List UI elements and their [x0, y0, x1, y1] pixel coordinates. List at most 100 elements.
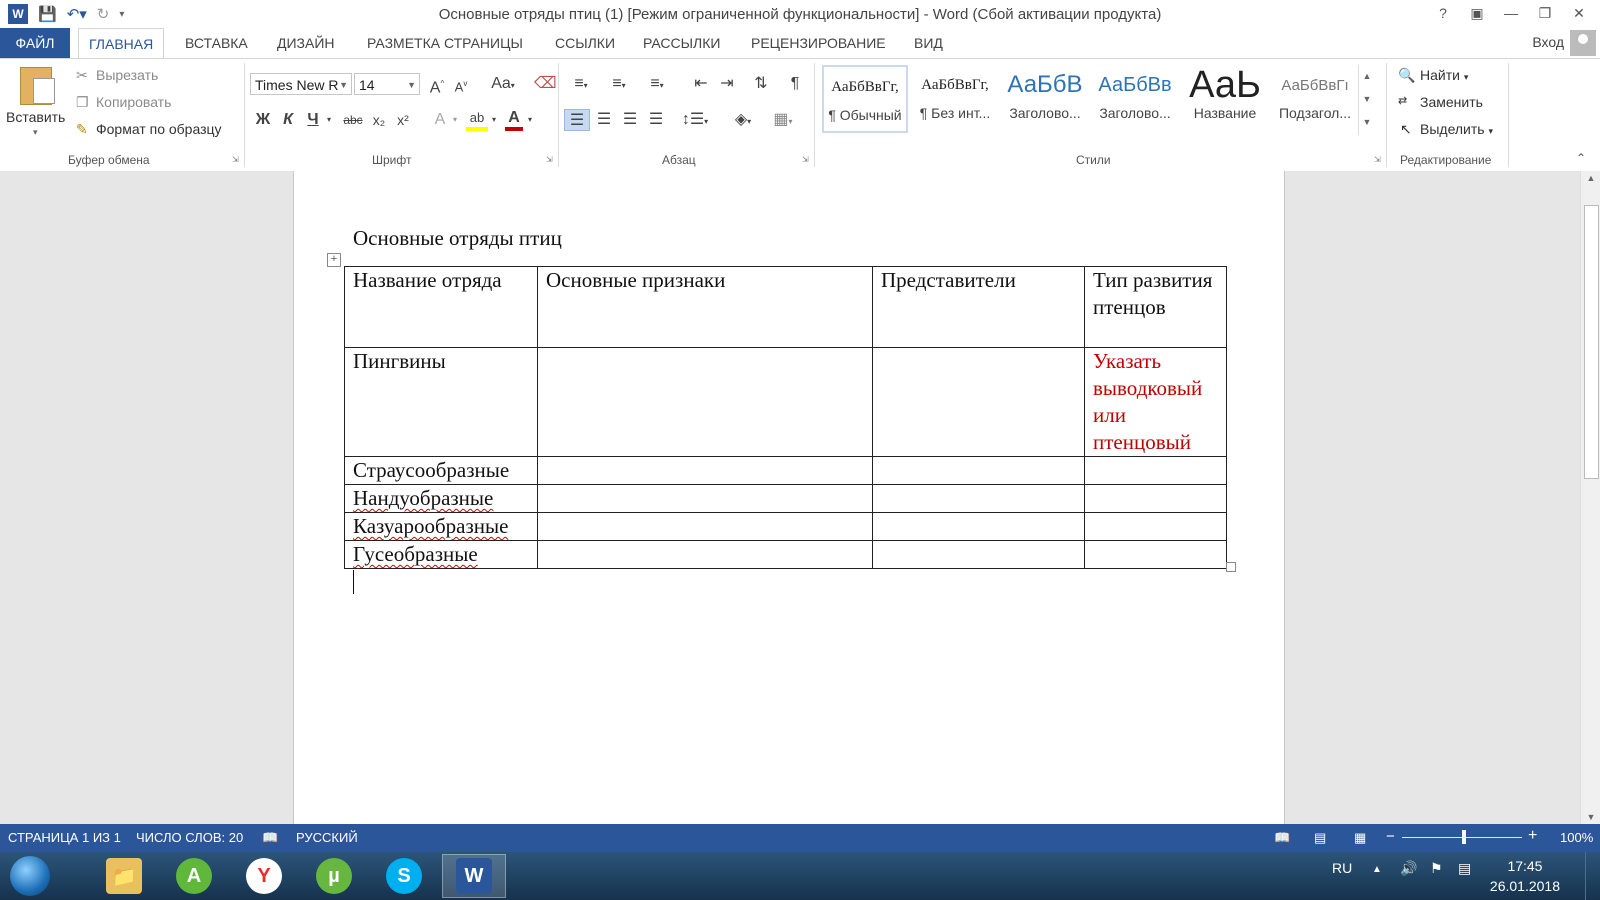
tab-file[interactable]: ФАЙЛ	[0, 28, 70, 58]
cut-button[interactable]: Вырезать	[96, 67, 158, 83]
taskbar-yandex[interactable]: Y	[232, 854, 296, 898]
tab-insert[interactable]: ВСТАВКА	[175, 28, 258, 58]
table-cell-instruction[interactable]: Указать выводковый или птенцовый	[1084, 347, 1227, 457]
network-icon[interactable]: ▤	[1458, 860, 1471, 877]
scrollbar-thumb[interactable]	[1584, 205, 1599, 479]
tab-page-layout[interactable]: РАЗМЕТКА СТРАНИЦЫ	[357, 28, 533, 58]
page-count[interactable]: СТРАНИЦА 1 ИЗ 1	[8, 830, 121, 845]
clock[interactable]: 17:45 26.01.2018	[1490, 856, 1560, 896]
scroll-down-icon[interactable]: ▼	[1581, 812, 1600, 822]
italic-button[interactable]: К	[278, 109, 298, 131]
table-cell[interactable]	[1084, 540, 1227, 569]
document-page[interactable]: Основные отряды птиц + Название отряда О…	[293, 171, 1285, 824]
table-cell[interactable]	[1084, 484, 1227, 513]
collapse-ribbon-icon[interactable]: ⌃	[1576, 151, 1586, 165]
taskbar-skype[interactable]: S	[372, 854, 436, 898]
style-title[interactable]: АаЬ Название	[1182, 65, 1268, 133]
style-normal[interactable]: АаБбВвГг, ¶ Обычный	[822, 65, 908, 133]
tab-view[interactable]: ВИД	[904, 28, 953, 58]
sort-icon[interactable]: ⇅	[750, 73, 772, 95]
taskbar-utorrent[interactable]: µ	[302, 854, 366, 898]
zoom-level[interactable]: 100%	[1560, 830, 1593, 845]
subscript-button[interactable]: x₂	[368, 109, 390, 131]
paragraph-launcher-icon[interactable]: ⇲	[802, 155, 809, 164]
table-cell[interactable]	[1084, 512, 1227, 541]
table-cell[interactable]	[1084, 456, 1227, 485]
table-cell[interactable]	[872, 347, 1085, 457]
font-size-combo[interactable]: 14 ▼	[354, 73, 420, 95]
decrease-indent-icon[interactable]: ⇤	[690, 73, 712, 95]
format-painter-button[interactable]: Формат по образцу	[96, 121, 222, 137]
table-cell[interactable]	[872, 484, 1085, 513]
paste-button[interactable]: Вставить	[6, 109, 65, 125]
table-cell[interactable]	[537, 456, 873, 485]
table-header-cell[interactable]: Тип развития птенцов	[1084, 266, 1227, 348]
pilcrow-icon[interactable]: ¶	[784, 73, 806, 95]
taskbar-explorer[interactable]: 📁	[92, 854, 156, 898]
scroll-up-icon[interactable]: ▲	[1581, 173, 1600, 183]
start-button[interactable]	[10, 856, 50, 896]
tab-mailings[interactable]: РАССЫЛКИ	[633, 28, 730, 58]
table-cell[interactable]	[537, 484, 873, 513]
table-cell[interactable]	[537, 347, 873, 457]
table-cell[interactable]: Казуарообразные	[344, 512, 538, 541]
web-layout-icon[interactable]: ▦	[1354, 830, 1366, 846]
style-heading-1[interactable]: АаБбВ Заголово...	[1002, 65, 1088, 133]
numbering-icon[interactable]: ≡▾	[604, 73, 634, 95]
table-cell[interactable]	[872, 540, 1085, 569]
bold-button[interactable]: Ж	[253, 109, 273, 131]
highlight-button[interactable]: ab	[466, 109, 488, 131]
align-right-icon[interactable]: ☰	[618, 109, 642, 131]
tab-review[interactable]: РЕЦЕНЗИРОВАНИЕ	[741, 28, 896, 58]
document-area[interactable]: Основные отряды птиц + Название отряда О…	[0, 171, 1580, 824]
table-cell[interactable]	[537, 540, 873, 569]
change-case-button[interactable]: Aa▾	[486, 73, 520, 95]
align-left-icon[interactable]: ☰	[564, 109, 590, 131]
font-name-combo[interactable]: Times New R ▼	[250, 73, 352, 95]
avatar[interactable]	[1570, 30, 1596, 56]
language-indicator[interactable]: РУССКИЙ	[296, 830, 358, 845]
read-mode-icon[interactable]: 📖	[1274, 830, 1290, 846]
table-cell[interactable]	[537, 512, 873, 541]
gallery-up-icon[interactable]: ▲	[1359, 65, 1375, 88]
grow-font-button[interactable]: A^	[428, 73, 446, 96]
table-move-handle-icon[interactable]: +	[327, 253, 341, 267]
select-button[interactable]: Выделить ▾	[1420, 121, 1493, 137]
table-header-cell[interactable]: Представители	[872, 266, 1085, 348]
sign-in-link[interactable]: Вход	[1532, 34, 1564, 50]
taskbar-aimp[interactable]: A	[162, 854, 226, 898]
gallery-down-icon[interactable]: ▼	[1359, 88, 1375, 111]
font-launcher-icon[interactable]: ⇲	[546, 155, 553, 164]
minimize-button[interactable]: —	[1496, 2, 1526, 24]
close-button[interactable]: ✕	[1564, 2, 1594, 24]
table-cell[interactable]: Гусеобразные	[344, 540, 538, 569]
tab-references[interactable]: ССЫЛКИ	[545, 28, 625, 58]
action-center-flag-icon[interactable]: ⚑	[1430, 860, 1443, 877]
styles-launcher-icon[interactable]: ⇲	[1374, 155, 1381, 164]
show-hidden-icons-icon[interactable]: ▲	[1372, 864, 1382, 875]
table-resize-handle[interactable]	[1226, 562, 1236, 572]
style-heading-2[interactable]: АаБбВв Заголово...	[1092, 65, 1178, 133]
style-subtitle[interactable]: АаБбВвГı Подзагол...	[1272, 65, 1358, 133]
increase-indent-icon[interactable]: ⇥	[716, 73, 738, 95]
text-effects-button[interactable]: A	[430, 109, 450, 131]
show-desktop-button[interactable]	[1585, 852, 1600, 900]
paste-icon[interactable]	[20, 67, 55, 105]
zoom-in-button[interactable]: +	[1528, 827, 1537, 845]
restore-button[interactable]: ❐	[1530, 2, 1560, 24]
zoom-out-button[interactable]: −	[1386, 828, 1395, 845]
table-cell[interactable]	[872, 512, 1085, 541]
replace-button[interactable]: Заменить	[1420, 94, 1483, 110]
table-cell[interactable]: Страусообразные	[344, 456, 538, 485]
align-center-icon[interactable]: ☰	[592, 109, 616, 131]
underline-button[interactable]: Ч	[303, 109, 323, 131]
table-cell[interactable]: Нандуобразные	[344, 484, 538, 513]
style-no-spacing[interactable]: АаБбВвГг, ¶ Без инт...	[912, 65, 998, 133]
taskbar-word[interactable]: W	[442, 854, 506, 898]
birds-table[interactable]: Название отряда Основные признаки Предст…	[344, 266, 1227, 569]
text-effects-dropdown-icon[interactable]: ▾	[450, 109, 460, 131]
document-heading[interactable]: Основные отряды птиц	[353, 226, 562, 251]
shrink-font-button[interactable]: Av	[452, 73, 470, 95]
paste-dropdown-icon[interactable]: ▾	[33, 127, 38, 138]
ribbon-display-options-button[interactable]: ▣	[1462, 2, 1492, 24]
